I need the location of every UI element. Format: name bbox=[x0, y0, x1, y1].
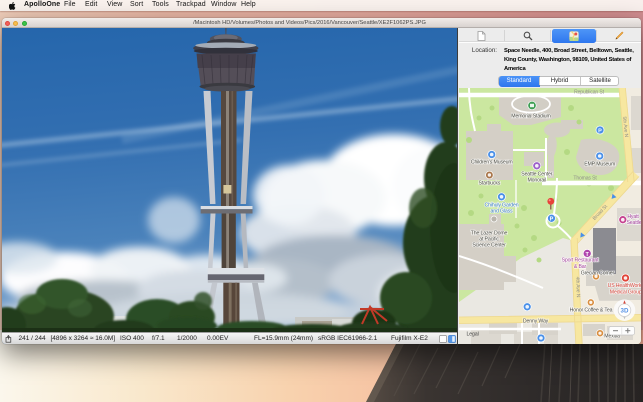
svg-text:Legal: Legal bbox=[467, 332, 479, 338]
svg-text:Honor Coffee & Tea: Honor Coffee & Tea bbox=[570, 308, 613, 314]
svg-text:Grecian Corner: Grecian Corner bbox=[581, 270, 615, 276]
svg-text:Monorail: Monorail bbox=[527, 178, 546, 184]
svg-text:Denny Way: Denny Way bbox=[523, 319, 549, 325]
svg-text:EMP Museum: EMP Museum bbox=[584, 162, 615, 168]
svg-text:& Bar: & Bar bbox=[574, 264, 587, 270]
svg-text:Medical Group: Medical Group bbox=[610, 290, 641, 296]
svg-text:Republican St: Republican St bbox=[574, 90, 605, 96]
svg-text:US HealthWorks: US HealthWorks bbox=[608, 283, 641, 289]
svg-text:Starbucks: Starbucks bbox=[479, 181, 501, 187]
svg-text:P: P bbox=[598, 128, 602, 134]
svg-text:Thomas St: Thomas St bbox=[573, 176, 597, 182]
svg-text:Sport Restaurant: Sport Restaurant bbox=[562, 258, 600, 264]
svg-text:Seattle: Seattle bbox=[626, 220, 641, 226]
svg-text:P: P bbox=[550, 217, 554, 223]
svg-text:Science Center: Science Center bbox=[472, 243, 506, 249]
svg-text:3D: 3D bbox=[621, 307, 629, 314]
svg-text:4th Ave N: 4th Ave N bbox=[574, 277, 581, 298]
svg-text:and Glass: and Glass bbox=[490, 209, 513, 215]
svg-text:Children's Museum: Children's Museum bbox=[471, 160, 513, 166]
svg-text:Memorial Stadium: Memorial Stadium bbox=[511, 114, 550, 120]
